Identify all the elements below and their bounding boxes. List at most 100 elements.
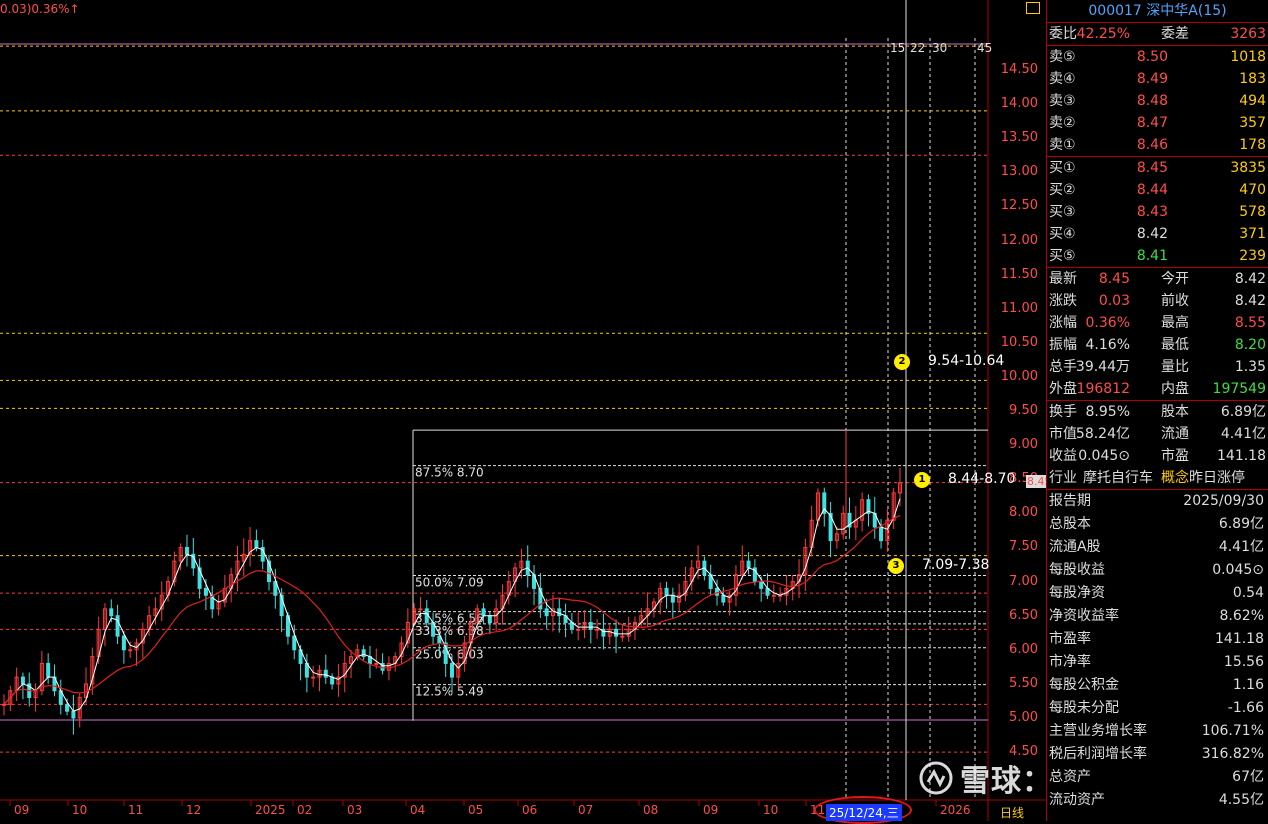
fundamental-value: 0.045⊙ (1212, 562, 1264, 578)
date-axis-label: 2025 (255, 803, 286, 817)
fundamental-label: 流动资产 (1049, 792, 1105, 808)
quote-panel: 000017 深中华A(15) 委比 42.25% 委差 3263 卖⑤ 8.50… (1046, 0, 1268, 821)
asks-volume: 183 (1239, 71, 1266, 87)
stats-value: 8.95% (1085, 404, 1130, 420)
fundamental-row: 每股净资 0.54 (1047, 582, 1268, 605)
candle-body (746, 560, 751, 569)
stock-title[interactable]: 000017 深中华A(15) (1047, 0, 1268, 23)
bids-row[interactable]: 买① 8.45 3835 (1047, 157, 1268, 179)
asks-row[interactable]: 卖④ 8.49 183 (1047, 68, 1268, 90)
asks-row[interactable]: 卖③ 8.48 494 (1047, 90, 1268, 112)
date-axis-label: 05 (468, 803, 484, 817)
price-axis-label: 8.00 (1009, 505, 1038, 521)
price-axis-label: 14.50 (1000, 62, 1038, 77)
asks-row[interactable]: 卖⑤ 8.50 1018 (1047, 46, 1268, 68)
candle-body (620, 635, 625, 638)
time-marker-label: 30 (932, 41, 947, 55)
bids-row[interactable]: 买④ 8.42 371 (1047, 223, 1268, 245)
candle-body (588, 622, 593, 630)
bids-row[interactable]: 买② 8.44 470 (1047, 179, 1268, 201)
date-axis-label: 12 (186, 803, 202, 817)
timeframe-daily[interactable]: 日线 (1000, 804, 1024, 821)
candle-body (20, 676, 25, 685)
fundamental-row: 报告期 2025/09/30 (1047, 490, 1268, 513)
quote-label2: 前收 (1161, 293, 1189, 309)
asks-label: 卖① (1049, 137, 1076, 153)
asks-row[interactable]: 卖② 8.47 357 (1047, 112, 1268, 134)
price-axis: 14.50 14.00 13.50 13.00 12.50 12.00 11.50 11.00… (988, 0, 1046, 821)
xueqiu-logo-icon (919, 761, 953, 795)
quote-row: 最新 8.45 今开 8.42 (1047, 268, 1268, 290)
candle-body (65, 703, 70, 712)
bids-label: 买③ (1049, 204, 1076, 220)
fundamental-row: 总股本 6.89亿 (1047, 513, 1268, 536)
fundamental-row: 税后利润增长率 316.82% (1047, 743, 1268, 766)
bids-price: 8.44 (1136, 182, 1168, 198)
fundamental-label: 每股收益 (1049, 562, 1105, 578)
fundamental-row: 每股公积金 1.16 (1047, 674, 1268, 697)
bids-row[interactable]: 买⑤ 8.41 239 (1047, 245, 1268, 267)
stats-label2: 流通 (1161, 426, 1189, 442)
bids-row[interactable]: 买③ 8.43 578 (1047, 201, 1268, 223)
quote-label: 振幅 (1049, 337, 1077, 353)
fundamental-value: 2025/09/30 (1183, 493, 1264, 509)
quote-value: 4.16% (1085, 337, 1130, 353)
bids-label: 买② (1049, 182, 1076, 198)
zone-marker-3[interactable]: 3 (888, 558, 904, 574)
fundamental-row: 市净率 15.56 (1047, 651, 1268, 674)
time-marker-label: 15 (890, 41, 905, 55)
quote-value: 8.45 (1098, 271, 1130, 287)
fundamental-value: 6.89亿 (1218, 516, 1264, 532)
fib-label: 87.5% 8.70 (415, 466, 484, 480)
asks-volume: 178 (1239, 137, 1266, 153)
bids-price: 8.42 (1136, 226, 1168, 242)
concept-value[interactable]: 昨日涨停 (1189, 467, 1245, 489)
date-axis-label: 09 (14, 803, 30, 817)
date-axis-label: 06 (522, 803, 538, 817)
price-change-info: 0.03)0.36%↑ (0, 2, 80, 16)
quote-value: 0.36% (1085, 315, 1130, 331)
stats-label: 市值 (1049, 426, 1077, 442)
date-axis-label: 07 (578, 803, 594, 817)
asks-label: 卖④ (1049, 71, 1076, 87)
stats-value2: 4.41亿 (1220, 426, 1266, 442)
weicha-value: 3263 (1230, 26, 1266, 42)
price-axis-label: 6.50 (1009, 607, 1038, 623)
fundamental-label: 净资收益率 (1049, 608, 1119, 624)
kline-chart[interactable]: 87.5% 8.70 50.0% 7.09 37.5% 6.56 33.3% 6.38… (0, 0, 1046, 821)
stats-row: 收益 0.045⊙ 市盈 141.18 (1047, 445, 1268, 467)
fundamental-value: 8.62% (1219, 608, 1264, 624)
bids-volume: 239 (1239, 248, 1266, 264)
chart-canvas[interactable]: 87.5% 8.7050.0% 7.0937.5% 6.5633.3% 6.38… (0, 0, 1046, 821)
fundamental-value: 67亿 (1232, 769, 1264, 785)
quote-row: 涨幅 0.36% 最高 8.55 (1047, 312, 1268, 334)
asks-price: 8.47 (1136, 115, 1168, 131)
price-axis-label: 6.00 (1009, 641, 1038, 657)
quote-label: 涨幅 (1049, 315, 1077, 331)
fundamentals-table: 报告期 2025/09/30 总股本 6.89亿 流通A股 4.41亿 每股收益 0.045⊙… (1047, 490, 1268, 812)
candle-body (595, 628, 600, 631)
quote-value: 196812 (1076, 381, 1130, 397)
bids-label: 买④ (1049, 226, 1076, 242)
asks-row[interactable]: 卖① 8.46 178 (1047, 134, 1268, 156)
stats-row: 换手 8.95% 股本 6.89亿 (1047, 401, 1268, 423)
candle-body (715, 587, 720, 596)
quote-label: 涨跌 (1049, 293, 1077, 309)
asks-volume: 494 (1239, 93, 1266, 109)
price-axis-label: 9.00 (1009, 437, 1038, 453)
quote-label2: 内盘 (1161, 381, 1189, 397)
zone-range-label: 7.09-7.38 (922, 557, 990, 573)
industry-label: 行业 (1049, 470, 1077, 486)
zone-marker-1[interactable]: 1 (914, 472, 930, 488)
stats-value2: 6.89亿 (1220, 404, 1266, 420)
industry-value[interactable]: 摩托自行车 (1083, 467, 1153, 489)
quote-label: 最新 (1049, 271, 1077, 287)
bid-book: 买① 8.45 3835 买② 8.44 470 买③ 8.43 578 买④ 8.42 371 买⑤ 8… (1047, 157, 1268, 268)
quote-label2: 最高 (1161, 315, 1189, 331)
ask-book: 卖⑤ 8.50 1018 卖④ 8.49 183 卖③ 8.48 494 卖② 8.47 357 卖① 8… (1047, 46, 1268, 157)
bids-volume: 578 (1239, 204, 1266, 220)
zone-marker-2[interactable]: 2 (894, 354, 910, 370)
candle-body (544, 608, 549, 617)
quote-label2: 今开 (1161, 271, 1189, 287)
candle-body (128, 649, 133, 652)
